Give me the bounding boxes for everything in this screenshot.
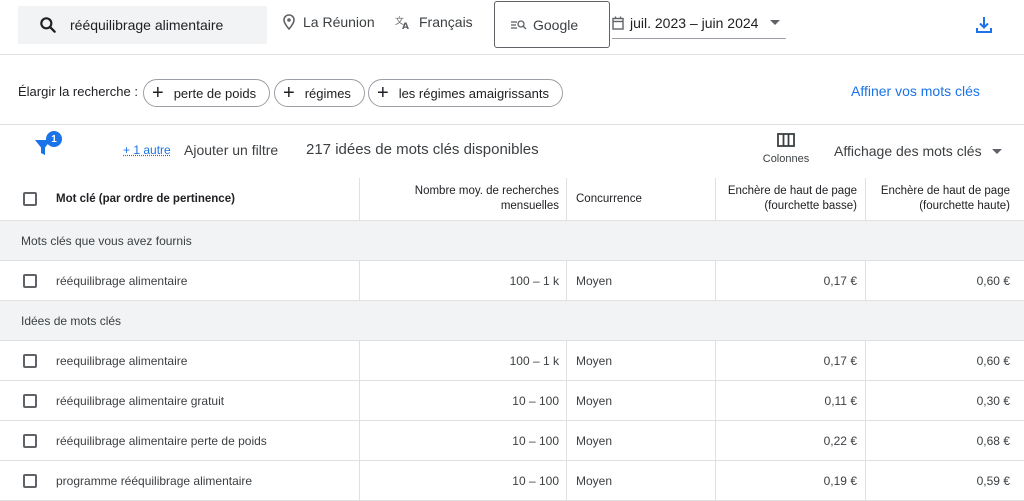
location-selector[interactable]: La Réunion: [283, 14, 375, 30]
column-header-bid-high[interactable]: Enchère de haut de page (fourchette haut…: [866, 178, 1024, 220]
table-row: reequilibrage alimentaire 100 – 1 k Moye…: [0, 341, 1024, 381]
bid-high-cell: 0,60 €: [976, 273, 1010, 288]
searches-cell: 100 – 1 k: [360, 341, 567, 380]
broaden-chip-regimes-amaigrissants[interactable]: + les régimes amaigrissants: [368, 79, 563, 107]
section-header-ideas: Idées de mots clés: [0, 301, 1024, 341]
search-query-text: rééquilibrage alimentaire: [70, 17, 224, 33]
search-icon: [40, 17, 56, 33]
add-icon: +: [283, 82, 295, 104]
bid-low-cell: 0,22 €: [716, 421, 866, 460]
location-label: La Réunion: [303, 14, 375, 30]
searches-cell: 10 – 100: [360, 461, 567, 500]
searches-cell: 10 – 100: [360, 421, 567, 460]
chip-label: régimes: [304, 85, 351, 101]
date-range-selector[interactable]: juil. 2023 – juin 2024: [612, 7, 786, 39]
table-header-row: Mot clé (par ordre de pertinence) Nombre…: [0, 178, 1024, 221]
network-selector[interactable]: Google: [494, 1, 610, 48]
calendar-icon: [612, 16, 624, 30]
section-header-provided: Mots clés que vous avez fournis: [0, 221, 1024, 261]
row-checkbox[interactable]: [23, 473, 37, 488]
translate-icon: 文 A: [395, 15, 409, 30]
keyword-ideas-table: Mot clé (par ordre de pertinence) Nombre…: [0, 178, 1024, 501]
table-row: rééquilibrage alimentaire gratuit 10 – 1…: [0, 381, 1024, 421]
keyword-ideas-count: 217 idées de mots clés disponibles: [306, 141, 539, 158]
broaden-search-bar: Élargir la recherche : + perte de poids …: [0, 55, 1024, 125]
column-header-competition[interactable]: Concurrence: [567, 178, 716, 220]
download-icon: [976, 17, 992, 33]
network-label: Google: [533, 16, 579, 33]
row-checkbox[interactable]: [23, 353, 37, 368]
select-all-checkbox[interactable]: [23, 192, 37, 206]
language-label: Français: [419, 14, 473, 30]
bid-high-cell: 0,59 €: [976, 473, 1010, 488]
filter-bar: 1 + 1 autre Ajouter un filtre 217 idées …: [0, 125, 1024, 178]
row-checkbox[interactable]: [23, 393, 37, 408]
competition-cell: Moyen: [567, 421, 716, 460]
searches-cell: 10 – 100: [360, 381, 567, 420]
location-pin-icon: [283, 14, 295, 30]
broaden-label: Élargir la recherche :: [18, 84, 138, 99]
competition-cell: Moyen: [567, 381, 716, 420]
chevron-down-icon: [991, 148, 1002, 154]
bid-low-cell: 0,11 €: [716, 381, 866, 420]
columns-button[interactable]: Colonnes: [760, 133, 812, 165]
broaden-chip-perte-de-poids[interactable]: + perte de poids: [143, 79, 271, 107]
view-select-label: Affichage des mots clés: [834, 143, 982, 159]
competition-cell: Moyen: [567, 461, 716, 500]
add-icon: +: [377, 82, 389, 104]
row-checkbox[interactable]: [23, 273, 37, 288]
download-button[interactable]: [975, 16, 993, 39]
bid-low-cell: 0,17 €: [716, 261, 866, 300]
select-all-cell: [0, 178, 56, 220]
columns-icon: [777, 133, 795, 147]
keyword-cell: reequilibrage alimentaire: [56, 341, 360, 380]
row-select-cell: [0, 421, 56, 460]
searches-cell: 100 – 1 k: [360, 261, 567, 300]
keyword-search-input[interactable]: rééquilibrage alimentaire: [18, 6, 267, 44]
row-select-cell: [0, 261, 56, 300]
section-label: Idées de mots clés: [21, 313, 122, 328]
keyword-cell: rééquilibrage alimentaire: [56, 261, 360, 300]
column-header-bid-low[interactable]: Enchère de haut de page (fourchette bass…: [716, 178, 866, 220]
columns-label: Colonnes: [762, 153, 810, 165]
chip-label: perte de poids: [173, 85, 257, 101]
refine-keywords-link[interactable]: Affiner vos mots clés: [851, 83, 980, 99]
table-row: rééquilibrage alimentaire perte de poids…: [0, 421, 1024, 461]
date-range-label: juil. 2023 – juin 2024: [630, 14, 759, 31]
filter-count-badge: 1: [46, 131, 62, 147]
keyword-view-dropdown[interactable]: Affichage des mots clés: [834, 143, 1002, 159]
row-checkbox[interactable]: [23, 433, 37, 448]
svg-text:A: A: [402, 22, 409, 30]
chevron-down-icon: [770, 20, 780, 25]
table-row: programme rééquilibrage alimentaire 10 –…: [0, 461, 1024, 501]
competition-cell: Moyen: [567, 261, 716, 300]
add-filter-button[interactable]: Ajouter un filtre: [184, 142, 278, 158]
column-header-keyword[interactable]: Mot clé (par ordre de pertinence): [56, 178, 360, 220]
bid-high-cell: 0,68 €: [976, 433, 1010, 448]
add-icon: +: [152, 82, 164, 104]
more-filters-link[interactable]: + 1 autre: [123, 143, 171, 157]
bid-high-cell: 0,60 €: [976, 353, 1010, 368]
keyword-cell: rééquilibrage alimentaire gratuit: [56, 381, 360, 420]
competition-cell: Moyen: [567, 341, 716, 380]
section-label: Mots clés que vous avez fournis: [21, 233, 192, 248]
bid-high-cell: 0,30 €: [976, 393, 1010, 408]
chip-label: les régimes amaigrissants: [398, 85, 549, 101]
bid-low-cell: 0,17 €: [716, 341, 866, 380]
broaden-chip-regimes[interactable]: + régimes: [274, 79, 365, 107]
row-select-cell: [0, 381, 56, 420]
row-select-cell: [0, 461, 56, 500]
keyword-cell: programme rééquilibrage alimentaire: [56, 461, 360, 500]
google-search-icon: [511, 19, 527, 29]
search-toolbar: rééquilibrage alimentaire La Réunion 文 A…: [0, 0, 1024, 55]
language-selector[interactable]: 文 A Français: [395, 14, 473, 30]
row-select-cell: [0, 341, 56, 380]
table-row: rééquilibrage alimentaire 100 – 1 k Moye…: [0, 261, 1024, 301]
keyword-cell: rééquilibrage alimentaire perte de poids: [56, 421, 360, 460]
bid-low-cell: 0,19 €: [716, 461, 866, 500]
column-header-searches[interactable]: Nombre moy. de recherches mensuelles: [360, 178, 567, 220]
